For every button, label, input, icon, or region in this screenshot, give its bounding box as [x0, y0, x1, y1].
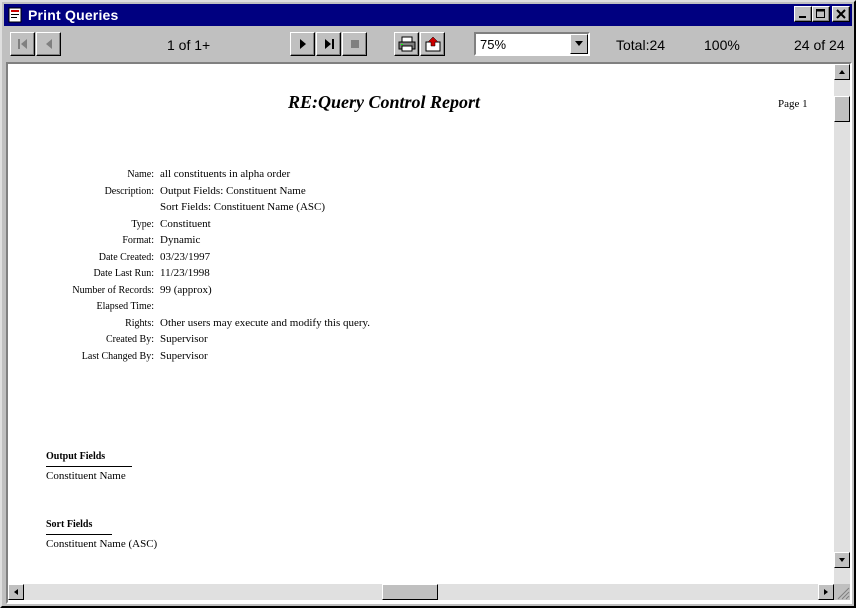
- maximize-button[interactable]: [812, 6, 830, 22]
- property-label: Last Changed By:: [81, 350, 154, 362]
- horizontal-scroll-thumb[interactable]: [382, 584, 438, 600]
- horizontal-scrollbar[interactable]: [8, 584, 834, 600]
- property-label: Created By:: [105, 334, 154, 345]
- output-field-value: Constituent Name: [46, 470, 126, 482]
- zoom-dropdown-button[interactable]: [570, 34, 588, 54]
- property-label: Format:: [122, 235, 154, 246]
- last-page-icon: [324, 39, 334, 49]
- arrow-right-icon: [824, 589, 828, 595]
- percent-complete: 100%: [704, 37, 740, 53]
- scroll-left-button[interactable]: [8, 584, 24, 600]
- property-label: Type:: [131, 218, 154, 230]
- next-page-button[interactable]: [290, 32, 315, 56]
- output-fields-rule: [46, 466, 132, 467]
- property-value: Supervisor: [160, 333, 208, 345]
- stop-icon: [350, 40, 359, 48]
- resize-grip-icon: [837, 587, 850, 600]
- close-icon: [836, 9, 846, 19]
- total-records: Total:24: [616, 37, 666, 53]
- page-indicator: 1 of 1+: [167, 37, 211, 53]
- property-value: Other users may execute and modify this …: [160, 316, 371, 329]
- scroll-down-button[interactable]: [834, 552, 850, 568]
- property-value: Dynamic: [160, 234, 201, 246]
- property-value: 99 (approx): [160, 283, 212, 296]
- minimize-button[interactable]: [794, 6, 812, 22]
- property-label: Description:: [104, 185, 154, 197]
- report-title: RE:Query Control Report: [288, 92, 481, 112]
- property-value: 11/23/1998: [160, 267, 210, 279]
- scroll-up-button[interactable]: [834, 64, 850, 80]
- vertical-scrollbar[interactable]: [834, 64, 850, 584]
- toolbar: 1 of 1+ 75% Total:24 100% 24 of 24: [4, 27, 852, 61]
- arrow-down-icon: [839, 558, 845, 562]
- print-queries-window: Print Queries 1 of 1+ 75% Total:24 100% …: [0, 0, 856, 608]
- previous-page-icon: [45, 39, 52, 49]
- zoom-value: 75%: [480, 37, 507, 52]
- minimize-icon: [799, 16, 806, 18]
- sort-fields-rule: [46, 534, 112, 535]
- export-icon: [425, 36, 440, 52]
- property-value: Output Fields: Constituent Name: [160, 184, 306, 197]
- scroll-right-button[interactable]: [818, 584, 834, 600]
- resize-grip[interactable]: [834, 584, 850, 600]
- export-button[interactable]: [420, 32, 445, 56]
- arrow-left-icon: [14, 589, 18, 595]
- vertical-scroll-thumb[interactable]: [834, 96, 850, 122]
- window-title: Print Queries: [28, 7, 119, 23]
- previous-page-button[interactable]: [36, 32, 61, 56]
- property-value: Constituent: [160, 217, 211, 230]
- property-value: Supervisor: [160, 349, 208, 362]
- report-page: RE:Query Control Report Page 1 Name: all …: [8, 64, 834, 584]
- report-viewport: RE:Query Control Report Page 1 Name: all …: [6, 62, 852, 604]
- print-button[interactable]: [394, 32, 419, 56]
- next-page-icon: [299, 39, 306, 49]
- zoom-select[interactable]: 75%: [474, 32, 590, 56]
- chevron-down-icon: [575, 41, 583, 46]
- printer-icon: [398, 36, 415, 52]
- last-page-button[interactable]: [316, 32, 341, 56]
- property-label: Name:: [127, 169, 154, 180]
- property-value: 03/23/1997: [160, 250, 211, 263]
- first-page-button[interactable]: [10, 32, 35, 56]
- sort-fields-heading: Sort Fields: [46, 519, 93, 530]
- maximize-icon: [816, 9, 825, 18]
- record-count: 24 of 24: [794, 37, 845, 53]
- property-label: Date Created:: [98, 251, 154, 263]
- property-value: Sort Fields: Constituent Name (ASC): [160, 201, 325, 213]
- sort-field-value: Constituent Name (ASC): [46, 538, 158, 550]
- page-number: Page 1: [778, 98, 808, 110]
- first-page-icon: [17, 39, 27, 49]
- output-fields-heading: Output Fields: [46, 451, 106, 462]
- print-queries-icon: [8, 7, 22, 23]
- title-bar[interactable]: Print Queries: [4, 4, 852, 26]
- stop-button[interactable]: [342, 32, 367, 56]
- close-button[interactable]: [832, 6, 850, 22]
- property-value: all constituents in alpha order: [160, 168, 291, 180]
- property-label: Elapsed Time:: [96, 301, 154, 312]
- arrow-up-icon: [839, 70, 845, 74]
- property-label: Date Last Run:: [93, 268, 154, 279]
- property-label: Rights:: [125, 317, 154, 329]
- property-label: Number of Records:: [72, 284, 154, 296]
